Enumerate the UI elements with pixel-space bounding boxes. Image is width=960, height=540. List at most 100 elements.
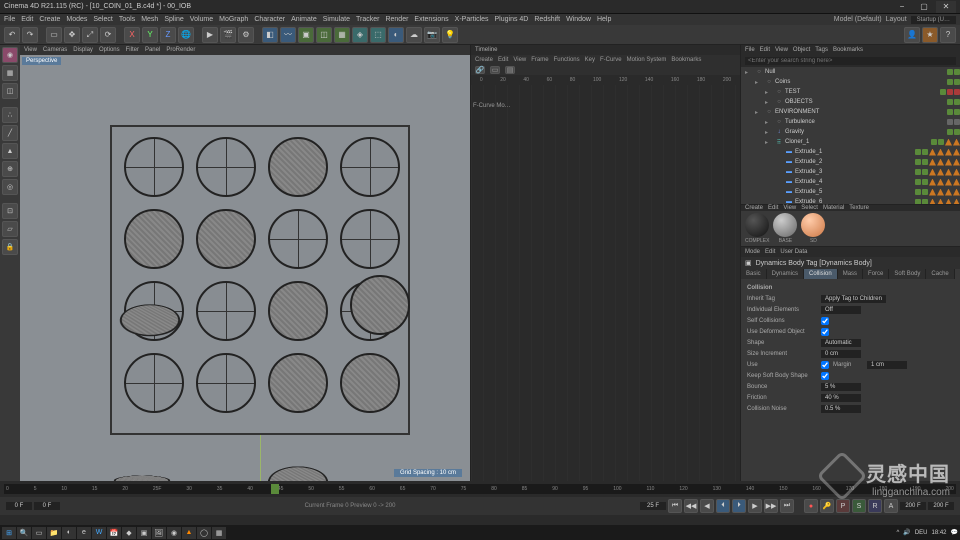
sizeinc-field[interactable]: 0 cm — [821, 350, 861, 358]
menu-select[interactable]: Select — [93, 16, 112, 23]
menu-animate[interactable]: Animate — [291, 16, 317, 23]
menu-redshift[interactable]: Redshift — [534, 16, 560, 23]
generator-button[interactable]: ▣ — [298, 27, 314, 43]
vis-dot[interactable] — [922, 189, 928, 195]
vis-dot[interactable] — [915, 159, 921, 165]
tlmenu-item[interactable]: Key — [585, 57, 595, 63]
attrtab-collision[interactable]: Collision — [804, 269, 838, 279]
app3-button[interactable]: ◉ — [167, 527, 181, 539]
c4d-button[interactable]: ◯ — [197, 527, 211, 539]
viewport-solo[interactable]: ◎ — [2, 179, 18, 195]
start-button[interactable]: ⊞ — [2, 527, 16, 539]
vis-dot[interactable] — [915, 189, 921, 195]
vis-dot[interactable] — [922, 169, 928, 175]
tree-row[interactable]: ▸○TEST — [741, 87, 960, 97]
tree-row[interactable]: ▬Extrude_5 — [741, 187, 960, 197]
viewmenu-prorender[interactable]: ProRender — [166, 47, 195, 53]
tag-icon[interactable] — [945, 189, 952, 196]
vis-dot[interactable] — [922, 159, 928, 165]
deformer-button[interactable]: ◐ — [388, 27, 404, 43]
object-tree[interactable]: ▸○Null▸○Coins▸○TEST▸○OBJECTS▸○ENVIRONMEN… — [741, 67, 960, 204]
key-pos-button[interactable]: P — [836, 499, 850, 513]
yaxis-button[interactable]: Y — [142, 27, 158, 43]
app2-button[interactable]: ▣ — [137, 527, 151, 539]
menu-modes[interactable]: Modes — [66, 16, 87, 23]
tlmenu-item[interactable]: Edit — [498, 57, 508, 63]
timeline-body[interactable]: F-Curve Mo… — [471, 85, 740, 481]
tag-icon[interactable] — [945, 169, 952, 176]
menu-x-particles[interactable]: X-Particles — [455, 16, 489, 23]
goto-end-button[interactable]: ⏭ — [780, 499, 794, 513]
model-label[interactable]: Model (Default) — [834, 16, 882, 23]
model-mode[interactable]: ◉ — [2, 47, 18, 63]
viewmenu-view[interactable]: View — [24, 47, 37, 53]
selfcol-checkbox[interactable] — [821, 317, 829, 325]
vis-dot[interactable] — [915, 199, 921, 205]
tag-icon[interactable] — [945, 199, 952, 205]
attrtab-cache[interactable]: Cache — [926, 269, 954, 279]
clock[interactable]: 18:42 — [932, 530, 947, 536]
vis-dot[interactable] — [947, 79, 953, 85]
points-mode[interactable]: ∴ — [2, 107, 18, 123]
locked-button[interactable]: 🔒 — [2, 239, 18, 255]
inherit-dropdown[interactable]: Apply Tag to Children — [821, 295, 886, 303]
snap-button[interactable]: ⊡ — [2, 203, 18, 219]
playhead[interactable] — [271, 484, 279, 494]
vis-dot[interactable] — [947, 119, 953, 125]
objmenu-item[interactable]: Object — [793, 47, 810, 53]
tag-icon[interactable] — [945, 149, 952, 156]
next-frame-button[interactable]: ▶ — [748, 499, 762, 513]
attrtab-force[interactable]: Force — [863, 269, 889, 279]
help-button[interactable]: ? — [940, 27, 956, 43]
use-checkbox[interactable] — [821, 361, 829, 369]
tag-icon[interactable] — [929, 159, 936, 166]
scale-tool[interactable]: ⤢ — [82, 27, 98, 43]
key-scale-button[interactable]: S — [852, 499, 866, 513]
menu-edit[interactable]: Edit — [21, 16, 33, 23]
tray-chevron-icon[interactable]: ^ — [897, 530, 900, 536]
objmenu-item[interactable]: View — [775, 47, 788, 53]
spline-primitive[interactable]: 〰 — [280, 27, 296, 43]
tree-row[interactable]: ▸○Null — [741, 67, 960, 77]
vis-dot[interactable] — [947, 89, 953, 95]
taskview-button[interactable]: ▭ — [32, 527, 46, 539]
close-button[interactable]: ✕ — [936, 1, 956, 13]
vis-dot[interactable] — [954, 79, 960, 85]
render-settings-button[interactable]: ⚙ — [238, 27, 254, 43]
render-button[interactable]: ▶ — [202, 27, 218, 43]
menu-tools[interactable]: Tools — [119, 16, 135, 23]
menu-simulate[interactable]: Simulate — [323, 16, 350, 23]
vis-dot[interactable] — [947, 129, 953, 135]
minimize-button[interactable]: − — [892, 1, 912, 13]
texture-mode[interactable]: ▦ — [2, 65, 18, 81]
tree-row[interactable]: ▸○Turbulence — [741, 117, 960, 127]
vis-dot[interactable] — [947, 69, 953, 75]
vis-dot[interactable] — [922, 179, 928, 185]
viewmenu-options[interactable]: Options — [99, 47, 120, 53]
tag-icon[interactable] — [929, 199, 936, 205]
menu-file[interactable]: File — [4, 16, 15, 23]
undo-button[interactable]: ↶ — [4, 27, 20, 43]
tag-icon[interactable] — [953, 199, 960, 205]
user-button[interactable]: 👤 — [904, 27, 920, 43]
viewmenu-cameras[interactable]: Cameras — [43, 47, 67, 53]
attrmenu-item[interactable]: Edit — [765, 249, 775, 255]
vis-dot[interactable] — [947, 109, 953, 115]
tree-row[interactable]: ▬Extrude_6 — [741, 197, 960, 204]
menu-mesh[interactable]: Mesh — [141, 16, 158, 23]
cube-primitive[interactable]: ◧ — [262, 27, 278, 43]
viewmenu-filter[interactable]: Filter — [126, 47, 139, 53]
key-rot-button[interactable]: R — [868, 499, 882, 513]
tlmenu-item[interactable]: Bookmarks — [671, 57, 701, 63]
tlmenu-item[interactable]: View — [513, 57, 526, 63]
attrtab-soft body[interactable]: Soft Body — [889, 269, 926, 279]
vis-dot[interactable] — [931, 139, 937, 145]
expand-icon[interactable]: ▸ — [765, 139, 773, 146]
vis-dot[interactable] — [947, 99, 953, 105]
tree-row[interactable]: ▸↓Gravity — [741, 127, 960, 137]
app1-button[interactable]: ◆ — [122, 527, 136, 539]
tag-icon[interactable] — [953, 139, 960, 146]
viewmenu-display[interactable]: Display — [73, 47, 93, 53]
expand-icon[interactable]: ▸ — [765, 99, 773, 106]
expand-icon[interactable]: ▸ — [765, 129, 773, 136]
